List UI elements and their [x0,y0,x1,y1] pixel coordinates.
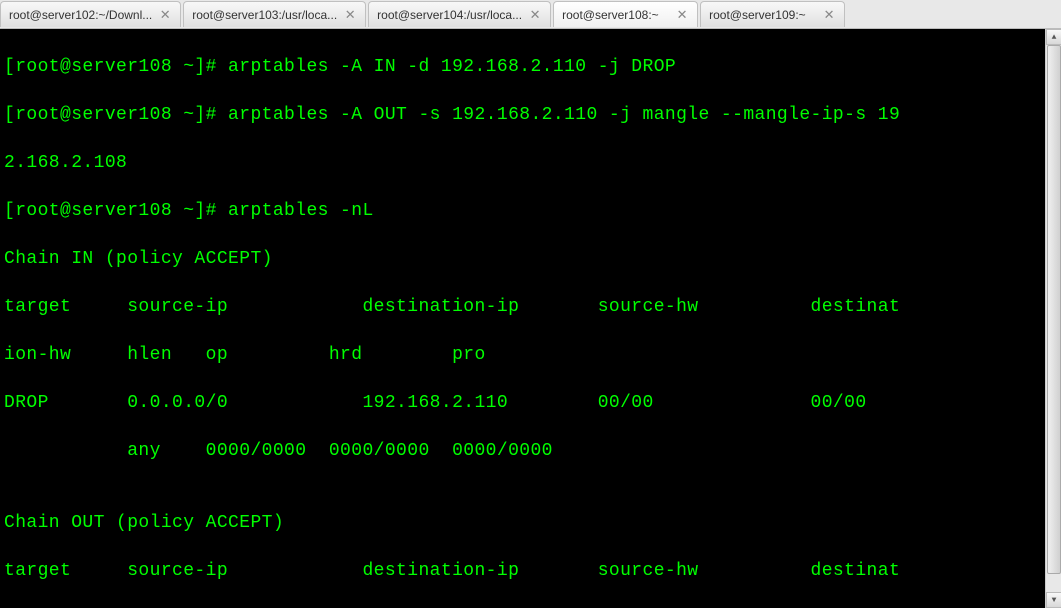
tab-label: root@server102:~/Downl... [9,8,152,22]
scroll-down-icon[interactable]: ▼ [1046,592,1061,608]
tab-label: root@server109:~ [709,8,816,22]
terminal-line: [root@server108 ~]# arptables -A IN -d 1… [4,55,1057,79]
scroll-up-icon[interactable]: ▲ [1046,29,1061,45]
tab-server108[interactable]: root@server108:~ ✕ [553,1,698,27]
terminal-line: Chain OUT (policy ACCEPT) [4,511,1057,535]
close-icon[interactable]: ✕ [343,7,357,23]
tab-server109[interactable]: root@server109:~ ✕ [700,1,845,27]
terminal-line: DROP 0.0.0.0/0 192.168.2.110 00/00 00/00 [4,391,1057,415]
terminal-line: ion-hw hlen op hrd pro [4,343,1057,367]
terminal-line: Chain IN (policy ACCEPT) [4,247,1057,271]
close-icon[interactable]: ✕ [822,7,836,23]
terminal-line: 2.168.2.108 [4,151,1057,175]
vertical-scrollbar[interactable]: ▲ ▼ [1045,29,1061,608]
tab-label: root@server104:/usr/loca... [377,8,522,22]
terminal-line: [root@server108 ~]# arptables -nL [4,199,1057,223]
terminal-line: [root@server108 ~]# arptables -A OUT -s … [4,103,1057,127]
close-icon[interactable]: ✕ [528,7,542,23]
tab-label: root@server103:/usr/loca... [192,8,337,22]
terminal-line: any 0000/0000 0000/0000 0000/0000 [4,439,1057,463]
scrollbar-thumb[interactable] [1047,45,1061,574]
terminal-output[interactable]: [root@server108 ~]# arptables -A IN -d 1… [0,29,1061,608]
tab-server102[interactable]: root@server102:~/Downl... ✕ [0,1,181,27]
close-icon[interactable]: ✕ [675,7,689,23]
terminal-line: target source-ip destination-ip source-h… [4,559,1057,583]
tab-server104[interactable]: root@server104:/usr/loca... ✕ [368,1,551,27]
tab-server103[interactable]: root@server103:/usr/loca... ✕ [183,1,366,27]
terminal-line: target source-ip destination-ip source-h… [4,295,1057,319]
tab-label: root@server108:~ [562,8,669,22]
close-icon[interactable]: ✕ [158,7,172,23]
tab-bar: root@server102:~/Downl... ✕ root@server1… [0,0,1061,29]
